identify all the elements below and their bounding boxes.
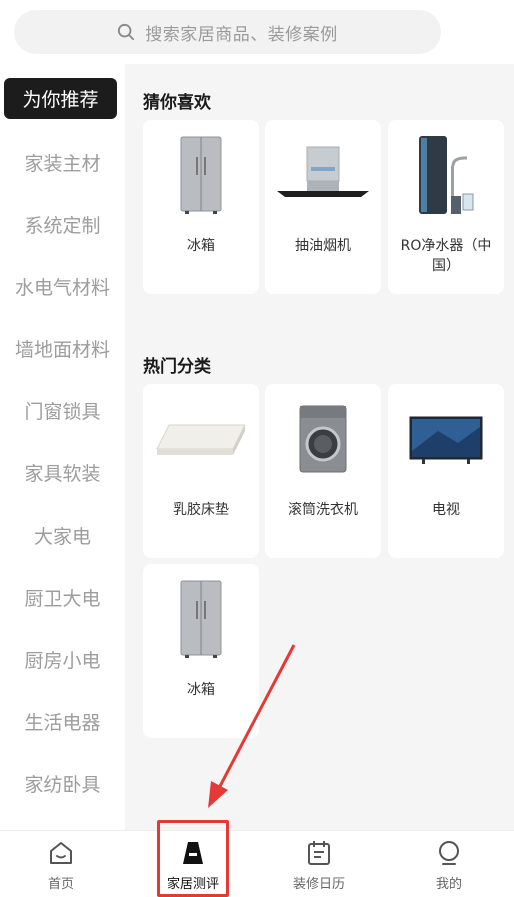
category-name: 电视 — [432, 502, 460, 518]
water-purifier-icon — [396, 130, 496, 220]
search-bar[interactable]: 搜索家居商品、装修案例 — [14, 10, 441, 54]
sidebar-item-living-appliances[interactable]: 生活电器 — [0, 699, 125, 743]
category-card-washing-machine[interactable]: 滚筒洗衣机 — [265, 384, 381, 558]
sidebar-item-doors-locks[interactable]: 门窗锁具 — [0, 388, 125, 432]
profile-icon — [439, 841, 459, 865]
tab-calendar[interactable]: 装修日历 — [255, 831, 383, 897]
tab-profile[interactable]: 我的 — [385, 831, 513, 897]
sidebar-item-large-appliances[interactable]: 大家电 — [0, 513, 125, 557]
tab-label: 首页 — [47, 877, 74, 892]
category-sidebar: 为你推荐 家装主材 系统定制 水电气材料 墙地面材料 门窗锁具 家具软装 大家电… — [0, 64, 125, 830]
search-placeholder: 搜索家居商品、装修案例 — [145, 24, 338, 45]
category-name: 冰箱 — [187, 682, 215, 698]
product-card-fridge[interactable]: 冰箱 — [143, 120, 259, 294]
product-card-range-hood[interactable]: 抽油烟机 — [265, 120, 381, 294]
category-card-tv[interactable]: 电视 — [388, 384, 504, 558]
section-title-hot: 热门分类 — [143, 357, 211, 377]
calendar-icon — [308, 841, 330, 865]
fridge-icon — [151, 574, 251, 664]
product-card-water-purifier[interactable]: RO净水器（中国） — [388, 120, 504, 294]
content-panel: 猜你喜欢 冰箱 抽油烟机 RO净水器（中国） 热门分类 乳胶床垫 滚筒洗衣机 电… — [125, 64, 514, 830]
category-name: 滚筒洗衣机 — [288, 502, 358, 518]
sidebar-item-small-kitchen[interactable]: 厨房小电 — [0, 637, 125, 681]
sidebar-item-bedding[interactable]: 家纺卧具 — [0, 761, 125, 805]
product-name: 抽油烟机 — [295, 238, 351, 254]
search-icon — [118, 23, 135, 41]
sidebar-item-recommend[interactable]: 为你推荐 — [4, 78, 117, 119]
sidebar-item-main-materials[interactable]: 家装主材 — [0, 140, 125, 184]
tv-icon — [396, 394, 496, 484]
sidebar-item-kitchen-bath[interactable]: 厨卫大电 — [0, 575, 125, 619]
home-icon — [50, 842, 72, 864]
highlight-box — [157, 820, 229, 897]
category-card-fridge[interactable]: 冰箱 — [143, 564, 259, 738]
range-hood-icon — [273, 130, 373, 220]
product-name: RO净水器（中国） — [400, 238, 492, 274]
fridge-icon — [151, 130, 251, 220]
section-title-guess: 猜你喜欢 — [143, 93, 211, 113]
mattress-icon — [151, 394, 251, 484]
washing-machine-icon — [273, 394, 373, 484]
category-card-mattress[interactable]: 乳胶床垫 — [143, 384, 259, 558]
category-name: 乳胶床垫 — [173, 502, 229, 518]
sidebar-item-furniture[interactable]: 家具软装 — [0, 450, 125, 494]
tab-label: 我的 — [435, 877, 462, 892]
sidebar-item-plumbing-electric[interactable]: 水电气材料 — [0, 264, 125, 308]
tab-label: 装修日历 — [292, 877, 345, 892]
sidebar-item-wall-floor[interactable]: 墙地面材料 — [0, 326, 125, 370]
sidebar-item-custom-systems[interactable]: 系统定制 — [0, 202, 125, 246]
bottom-tab-bar: 首页 家居测评 装修日历 我的 — [0, 830, 514, 897]
tab-home[interactable]: 首页 — [0, 831, 125, 897]
product-name: 冰箱 — [187, 238, 215, 254]
